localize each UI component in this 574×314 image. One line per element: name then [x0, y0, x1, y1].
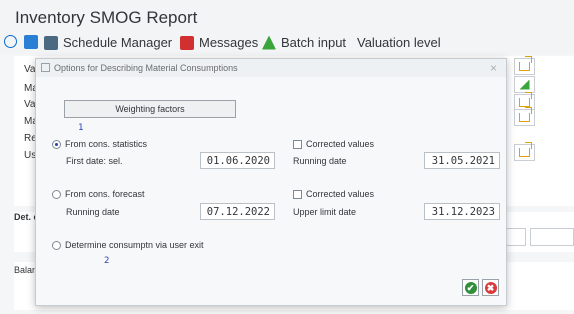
cancel-button[interactable]: ✖	[482, 279, 499, 296]
running-date-2-label: Running date	[66, 207, 120, 217]
valuation-level-label: Valuation level	[357, 35, 441, 50]
messages-label: Messages	[199, 35, 259, 50]
options-dialog: Options for Describing Material Consumpt…	[35, 58, 507, 306]
from-forecast-radio[interactable]: From cons. forecast	[52, 189, 145, 199]
cancel-icon: ✖	[484, 281, 497, 294]
messages-icon	[180, 35, 194, 50]
close-icon[interactable]: ×	[490, 61, 497, 75]
upper-limit-label: Upper limit date	[293, 207, 357, 217]
dialog-icon	[41, 63, 50, 72]
weighting-factors-button[interactable]: Weighting factors	[64, 100, 236, 118]
from-stats-label: From cons. statistics	[65, 139, 148, 149]
monitor-icon	[44, 35, 58, 50]
export-icon[interactable]	[514, 142, 535, 161]
toolbar: Schedule Manager Messages Batch input Va…	[0, 32, 574, 54]
corrected-values-2-label: Corrected values	[306, 189, 375, 199]
user-exit-label: Determine consumptn via user exit	[65, 240, 204, 250]
valuation-level-button[interactable]: Valuation level	[357, 35, 441, 50]
radio-icon	[52, 189, 61, 199]
marker-1: 1	[78, 123, 84, 133]
from-stats-radio[interactable]: From cons. statistics	[52, 139, 147, 149]
first-date-label: First date: sel.	[66, 156, 123, 166]
messages-button[interactable]: Messages	[180, 35, 258, 50]
corrected-values-1-label: Corrected values	[306, 139, 375, 149]
user-exit-radio[interactable]: Determine consumptn via user exit	[52, 240, 204, 250]
upper-limit-field[interactable]: 31.12.2023	[424, 203, 500, 220]
bg-row-label: Va	[24, 99, 36, 110]
bg-input[interactable]	[530, 228, 574, 246]
variant-icon[interactable]	[24, 35, 38, 49]
schedule-manager-label: Schedule Manager	[63, 35, 173, 50]
bg-input[interactable]	[506, 228, 526, 246]
green-arrow-icon[interactable]	[514, 76, 535, 93]
ok-button[interactable]: ✔	[462, 279, 479, 296]
radio-icon	[52, 240, 61, 250]
from-forecast-label: From cons. forecast	[65, 189, 145, 199]
export-icon[interactable]	[514, 56, 535, 75]
batch-input-button[interactable]: Batch input	[262, 35, 346, 50]
running-date-2-field[interactable]: 07.12.2022	[200, 203, 275, 220]
corrected-values-1-checkbox[interactable]: Corrected values	[293, 139, 374, 149]
corrected-values-2-checkbox[interactable]: Corrected values	[293, 189, 374, 199]
section-label: Balan	[14, 265, 38, 275]
dialog-header: Options for Describing Material Consumpt…	[36, 59, 506, 77]
checkbox-icon	[293, 189, 302, 199]
app-title: Inventory SMOG Report	[0, 0, 574, 32]
running-date-1-field[interactable]: 31.05.2021	[424, 152, 500, 169]
schedule-manager-button[interactable]: Schedule Manager	[44, 35, 172, 50]
marker-2: 2	[104, 256, 110, 266]
back-icon[interactable]	[4, 35, 17, 48]
checkmark-icon: ✔	[464, 281, 477, 294]
bg-row-label: Va	[24, 64, 36, 75]
batch-input-label: Batch input	[281, 35, 347, 50]
running-date-1-label: Running date	[293, 156, 347, 166]
first-date-field[interactable]: 01.06.2020	[200, 152, 275, 169]
checkbox-icon	[293, 139, 302, 149]
export-icon[interactable]	[514, 107, 535, 126]
radio-selected-icon	[52, 139, 61, 149]
dialog-title: Options for Describing Material Consumpt…	[54, 63, 238, 73]
batch-input-icon	[262, 35, 276, 50]
